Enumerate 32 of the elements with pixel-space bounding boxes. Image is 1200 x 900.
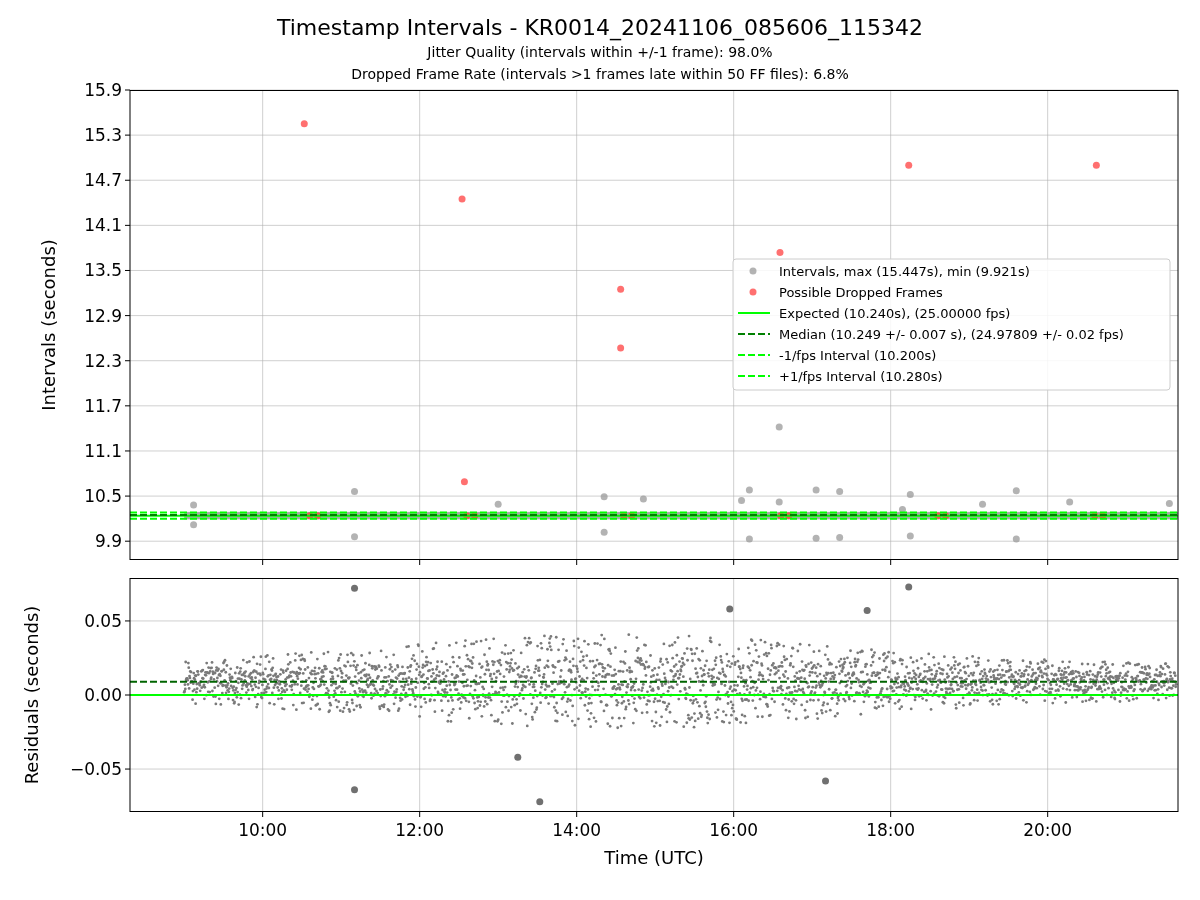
y-tick-label: 14.7	[84, 170, 122, 191]
x-tick-label: 18:00	[866, 820, 916, 840]
x-axis-label: Time (UTC)	[604, 847, 704, 868]
y-tick-label: 12.3	[84, 350, 122, 371]
y-axis-label: Intervals (seconds)	[38, 239, 59, 411]
legend-label: Intervals, max (15.447s), min (9.921s)	[779, 264, 1030, 279]
x-tick-label: 14:00	[552, 820, 602, 840]
y-tick-label: 14.1	[84, 215, 122, 236]
y-tick-label: −0.05	[69, 759, 122, 780]
x-tick-label: 12:00	[395, 820, 445, 840]
y-tick-label: 15.3	[84, 125, 122, 146]
legend-label: Possible Dropped Frames	[779, 285, 943, 300]
y-tick-label: 10.5	[84, 486, 122, 507]
y-tick-label: 11.7	[84, 395, 122, 416]
legend-label: Median (10.249 +/- 0.007 s), (24.97809 +/- 0.02 fps)	[779, 327, 1124, 342]
y-tick-label: 15.9	[84, 80, 122, 100]
legend-label: Expected (10.240s), (25.00000 fps)	[779, 306, 1011, 321]
legend-label: +1/fps Interval (10.280s)	[779, 369, 943, 384]
x-tick-label: 16:00	[709, 820, 759, 840]
y-tick-label: 9.9	[94, 531, 122, 552]
legend-label: -1/fps Interval (10.200s)	[779, 348, 937, 363]
y-tick-label: 0.00	[84, 685, 122, 705]
x-tick-label: 10:00	[238, 820, 288, 840]
chart-subtitle: Jitter Quality (intervals within +/-1 frame): 98.0%	[427, 43, 773, 62]
y-axis-label: Residuals (seconds)	[21, 605, 42, 785]
x-tick-label: 20:00	[1023, 820, 1073, 840]
y-tick-label: 0.05	[84, 610, 122, 631]
y-tick-label: 11.1	[84, 440, 122, 461]
y-tick-label: 13.5	[84, 260, 122, 281]
chart-subtitle: Dropped Frame Rate (intervals >1 frames late within 50 FF files): 6.8%	[351, 65, 849, 84]
chart-title: Timestamp Intervals - KR0014_20241106_085606_115342	[276, 15, 924, 41]
y-tick-label: 12.9	[84, 305, 122, 326]
